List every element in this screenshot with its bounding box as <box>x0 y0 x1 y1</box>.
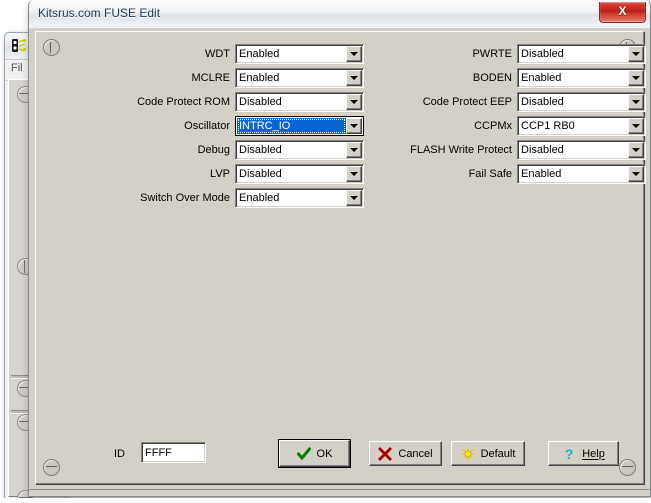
desktop-background-strip <box>0 498 651 503</box>
label-fail-safe: Fail Safe <box>469 168 517 180</box>
help-button-label: Help <box>582 448 605 460</box>
label-switch-over-mode: Switch Over Mode <box>140 192 235 204</box>
fuse-row-pwrte: PWRTE Disabled <box>386 42 646 66</box>
fuse-row-switch-over-mode: Switch Over Mode Enabled <box>104 186 364 210</box>
fuse-row-code-protect-rom: Code Protect ROM Disabled <box>104 90 364 114</box>
combo-code-protect-rom-value: Disabled <box>236 96 346 108</box>
combo-lvp-value: Disabled <box>236 168 346 180</box>
combo-ccpmx[interactable]: CCP1 RB0 <box>517 116 646 136</box>
svg-text:?: ? <box>565 447 574 461</box>
id-input[interactable] <box>141 442 206 463</box>
combo-switch-over-mode[interactable]: Enabled <box>235 188 364 208</box>
cross-icon <box>378 447 392 461</box>
combo-wdt-value: Enabled <box>236 48 346 60</box>
label-debug: Debug <box>198 144 235 156</box>
chevron-down-icon[interactable] <box>346 94 362 110</box>
combo-switch-over-mode-value: Enabled <box>236 192 346 204</box>
fuse-row-debug: Debug Disabled <box>104 138 364 162</box>
chevron-down-icon[interactable] <box>628 94 644 110</box>
combo-flash-write-protect-value: Disabled <box>518 144 628 156</box>
default-button[interactable]: Default <box>451 441 525 466</box>
question-mark-icon: ? <box>562 447 576 461</box>
combo-ccpmx-value: CCP1 RB0 <box>518 120 628 132</box>
chevron-down-icon[interactable] <box>346 46 362 62</box>
label-mclre: MCLRE <box>191 72 235 84</box>
combo-oscillator-value: INTRC_IO <box>237 118 346 134</box>
label-oscillator: Oscillator <box>184 120 235 132</box>
combo-pwrte[interactable]: Disabled <box>517 44 646 64</box>
ok-button-label: OK <box>317 448 333 460</box>
label-boden: BODEN <box>473 72 517 84</box>
label-pwrte: PWRTE <box>472 48 517 60</box>
cancel-button-label: Cancel <box>398 448 432 460</box>
combo-oscillator[interactable]: INTRC_IO <box>235 116 364 136</box>
chevron-down-icon[interactable] <box>628 166 644 182</box>
chevron-down-icon[interactable] <box>346 166 362 182</box>
fuse-edit-dialog: Kitsrus.com FUSE Edit X WDT Enabled <box>28 0 651 497</box>
label-ccpmx: CCPMx <box>474 120 517 132</box>
chevron-down-icon[interactable] <box>346 142 362 158</box>
chevron-down-icon[interactable] <box>346 118 362 134</box>
dialog-bottom-edge <box>29 489 650 496</box>
combo-boden[interactable]: Enabled <box>517 68 646 88</box>
label-lvp: LVP <box>210 168 235 180</box>
fuse-row-lvp: LVP Disabled <box>104 162 364 186</box>
fuse-row-oscillator: Oscillator INTRC_IO <box>104 114 364 138</box>
combo-debug-value: Disabled <box>236 144 346 156</box>
combo-flash-write-protect[interactable]: Disabled <box>517 140 646 160</box>
help-button[interactable]: ? Help <box>548 441 619 466</box>
combo-pwrte-value: Disabled <box>518 48 628 60</box>
combo-fail-safe[interactable]: Enabled <box>517 164 646 184</box>
combo-code-protect-rom[interactable]: Disabled <box>235 92 364 112</box>
chevron-down-icon[interactable] <box>346 190 362 206</box>
fuse-settings-panel: WDT Enabled MCLRE Enabled Code Protect R… <box>35 31 644 484</box>
background-menu-file[interactable]: Fil <box>11 62 23 74</box>
chip-icon <box>11 38 28 54</box>
fuse-column-right: PWRTE Disabled BODEN Enabled Code Protec… <box>386 42 646 186</box>
close-icon: X <box>600 2 645 21</box>
combo-wdt[interactable]: Enabled <box>235 44 364 64</box>
label-wdt: WDT <box>205 48 235 60</box>
sun-icon <box>461 447 475 461</box>
label-code-protect-eep: Code Protect EEP <box>423 96 517 108</box>
combo-code-protect-eep[interactable]: Disabled <box>517 92 646 112</box>
chevron-down-icon[interactable] <box>628 70 644 86</box>
label-code-protect-rom: Code Protect ROM <box>137 96 235 108</box>
fuse-row-flash-write-protect: FLASH Write Protect Disabled <box>386 138 646 162</box>
cancel-button[interactable]: Cancel <box>369 441 442 466</box>
ok-button[interactable]: OK <box>279 440 350 467</box>
combo-mclre[interactable]: Enabled <box>235 68 364 88</box>
id-label: ID <box>114 448 125 460</box>
label-flash-write-protect: FLASH Write Protect <box>410 144 517 156</box>
panel-handle-top-left[interactable] <box>43 39 60 56</box>
fuse-row-ccpmx: CCPMx CCP1 RB0 <box>386 114 646 138</box>
combo-lvp[interactable]: Disabled <box>235 164 364 184</box>
combo-mclre-value: Enabled <box>236 72 346 84</box>
fuse-row-code-protect-eep: Code Protect EEP Disabled <box>386 90 646 114</box>
chevron-down-icon[interactable] <box>628 142 644 158</box>
dialog-action-bar: ID OK Cancel <box>36 439 643 469</box>
chevron-down-icon[interactable] <box>628 118 644 134</box>
dialog-titlebar[interactable]: Kitsrus.com FUSE Edit X <box>29 0 650 29</box>
fuse-row-fail-safe: Fail Safe Enabled <box>386 162 646 186</box>
dialog-client-area: WDT Enabled MCLRE Enabled Code Protect R… <box>29 28 650 496</box>
combo-fail-safe-value: Enabled <box>518 168 628 180</box>
combo-code-protect-eep-value: Disabled <box>518 96 628 108</box>
chevron-down-icon[interactable] <box>628 46 644 62</box>
fuse-row-wdt: WDT Enabled <box>104 42 364 66</box>
fuse-column-left: WDT Enabled MCLRE Enabled Code Protect R… <box>104 42 364 210</box>
fuse-row-mclre: MCLRE Enabled <box>104 66 364 90</box>
close-button[interactable]: X <box>599 2 646 23</box>
fuse-row-boden: BODEN Enabled <box>386 66 646 90</box>
chevron-down-icon[interactable] <box>346 70 362 86</box>
window-title: Kitsrus.com FUSE Edit <box>38 6 160 20</box>
combo-boden-value: Enabled <box>518 72 628 84</box>
default-button-label: Default <box>481 448 516 460</box>
combo-debug[interactable]: Disabled <box>235 140 364 160</box>
checkmark-icon <box>297 447 311 461</box>
